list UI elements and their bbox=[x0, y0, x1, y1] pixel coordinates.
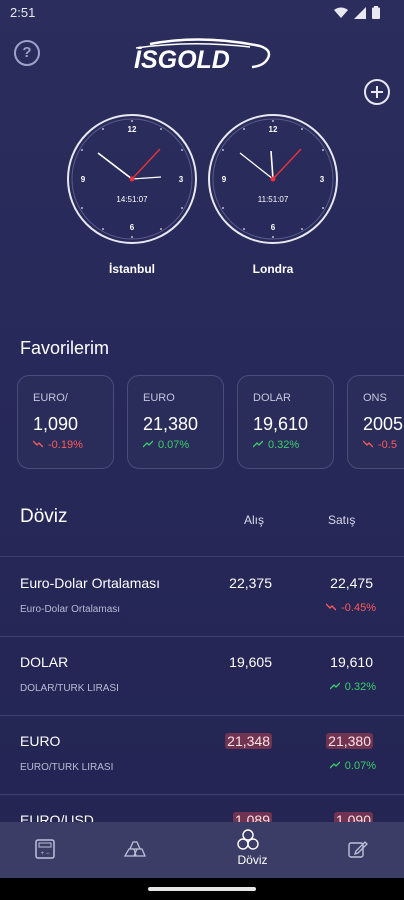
status-icons bbox=[334, 6, 380, 24]
calculator-icon: + − bbox=[34, 838, 58, 862]
favorites-carousel[interactable]: EURO/ 1,090 -0.19% EURO 21,380 0.07% DOL… bbox=[17, 375, 404, 469]
status-time: 2:51 bbox=[10, 5, 36, 20]
column-buy-header: Alış bbox=[244, 513, 265, 527]
favorite-name: EURO/ bbox=[33, 392, 68, 404]
trend-up-icon bbox=[142, 439, 154, 451]
bottom-navigation: + − Döviz bbox=[0, 822, 404, 878]
svg-text:9: 9 bbox=[222, 175, 227, 184]
app-screen: 2:51 ? İSGOLD 12 3 6 9 14:51:07 İstanbul… bbox=[0, 0, 404, 900]
svg-text:6: 6 bbox=[130, 223, 135, 232]
favorite-card[interactable]: EURO 21,380 0.07% bbox=[127, 375, 224, 469]
currency-row[interactable]: DOLAR DOLAR/TURK LIRASI 19,605 19,610 0.… bbox=[0, 636, 404, 714]
favorite-value: 19,610 bbox=[253, 414, 309, 434]
edit-note-icon bbox=[347, 838, 371, 862]
signal-icon bbox=[354, 6, 366, 24]
buy-price: 21,348 bbox=[225, 733, 272, 749]
trend-down-icon bbox=[325, 602, 337, 614]
clock-londra: 12 3 6 9 11:51:07 bbox=[205, 111, 341, 247]
nav-item-calculator[interactable]: + − bbox=[0, 822, 101, 878]
doviz-title: Döviz bbox=[20, 506, 68, 527]
sell-price: 22,475 bbox=[330, 575, 373, 591]
isgold-logo: İSGOLD bbox=[132, 36, 274, 74]
coins-icon bbox=[236, 829, 260, 853]
nav-item-notes[interactable] bbox=[303, 822, 404, 878]
currency-name: DOLAR bbox=[20, 654, 69, 670]
nav-item-doviz[interactable]: Döviz bbox=[202, 822, 303, 878]
column-sell-header: Satış bbox=[328, 513, 356, 527]
second-hand bbox=[131, 148, 161, 180]
trend-down-icon bbox=[32, 439, 44, 451]
favorite-change: 0.32% bbox=[252, 439, 299, 451]
price-change: 0.32% bbox=[329, 681, 376, 693]
home-indicator[interactable] bbox=[148, 887, 256, 891]
favorite-card[interactable]: ONS 2005 -0.5 bbox=[347, 375, 404, 469]
hour-hand bbox=[97, 152, 133, 180]
nav-item-gold[interactable] bbox=[101, 822, 202, 878]
currency-row[interactable]: Euro-Dolar Ortalaması Euro-Dolar Ortalam… bbox=[0, 557, 404, 635]
clock-istanbul: 12 3 6 9 14:51:07 bbox=[64, 111, 200, 247]
clock-city-londra: Londra bbox=[252, 262, 294, 276]
hour-hand bbox=[270, 150, 274, 180]
svg-text:+ −: + − bbox=[41, 851, 50, 857]
nav-label-doviz: Döviz bbox=[237, 853, 268, 867]
svg-text:9: 9 bbox=[81, 175, 86, 184]
favorite-name: ONS bbox=[363, 392, 387, 404]
wifi-icon bbox=[334, 6, 348, 24]
svg-text:12: 12 bbox=[128, 125, 137, 134]
favorite-card[interactable]: EURO/ 1,090 -0.19% bbox=[17, 375, 114, 469]
favorite-change: -0.5 bbox=[362, 439, 397, 451]
favorites-title: Favorilerim bbox=[20, 338, 110, 358]
favorite-value: 1,090 bbox=[33, 414, 79, 434]
favorite-name: EURO bbox=[143, 392, 175, 404]
svg-text:11:51:07: 11:51:07 bbox=[258, 195, 289, 204]
minute-hand bbox=[239, 152, 274, 180]
svg-text:6: 6 bbox=[271, 223, 276, 232]
favorite-value: 2005 bbox=[363, 414, 404, 434]
gold-bars-icon bbox=[123, 838, 147, 862]
trend-up-icon bbox=[329, 760, 341, 772]
trend-up-icon bbox=[329, 681, 341, 693]
favorite-change: -0.19% bbox=[32, 439, 83, 451]
sell-price: 21,380 bbox=[326, 733, 373, 749]
favorite-name: DOLAR bbox=[253, 392, 291, 404]
currency-subtitle: Euro-Dolar Ortalaması bbox=[20, 604, 121, 615]
currency-name: EURO bbox=[20, 733, 61, 749]
favorite-change: 0.07% bbox=[142, 439, 189, 451]
buy-price: 22,375 bbox=[229, 575, 272, 591]
favorite-value: 21,380 bbox=[143, 414, 199, 434]
svg-text:3: 3 bbox=[320, 175, 325, 184]
minute-hand bbox=[131, 176, 162, 180]
svg-text:12: 12 bbox=[269, 125, 278, 134]
second-hand bbox=[272, 148, 302, 180]
svg-text:3: 3 bbox=[179, 175, 184, 184]
clock-city-istanbul: İstanbul bbox=[108, 262, 155, 276]
help-button[interactable]: ? bbox=[14, 40, 40, 66]
currency-row[interactable]: EURO EURO/TURK LIRASI 21,348 21,380 0.07… bbox=[0, 715, 404, 793]
add-clock-button[interactable] bbox=[364, 79, 390, 105]
svg-text:14:51:07: 14:51:07 bbox=[116, 195, 148, 204]
currency-subtitle: DOLAR/TURK LIRASI bbox=[20, 683, 119, 694]
currency-subtitle: EURO/TURK LIRASI bbox=[20, 762, 114, 773]
currency-name: Euro-Dolar Ortalaması bbox=[20, 575, 161, 591]
favorite-card[interactable]: DOLAR 19,610 0.32% bbox=[237, 375, 334, 469]
status-bar: 2:51 bbox=[0, 0, 404, 26]
trend-up-icon bbox=[252, 439, 264, 451]
price-change: -0.45% bbox=[325, 602, 376, 614]
battery-icon bbox=[372, 6, 380, 24]
svg-text:İSGOLD: İSGOLD bbox=[134, 46, 230, 72]
sell-price: 19,610 bbox=[330, 654, 373, 670]
buy-price: 19,605 bbox=[229, 654, 272, 670]
trend-down-icon bbox=[362, 439, 374, 451]
price-change: 0.07% bbox=[329, 760, 376, 772]
